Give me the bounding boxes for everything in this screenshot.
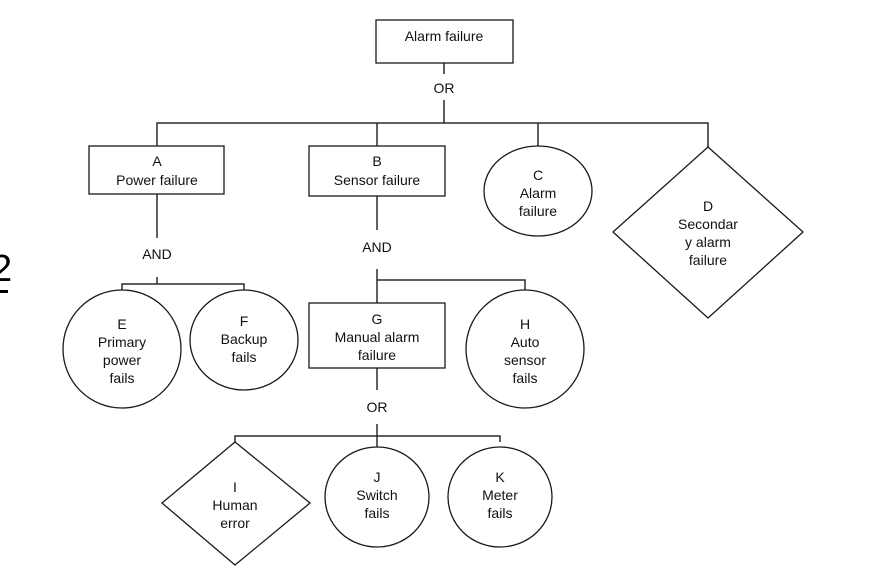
node-d-line-1: D xyxy=(703,198,713,214)
node-i-line-3: error xyxy=(220,515,250,531)
gate-g-or: OR xyxy=(367,399,388,415)
bus-or-g xyxy=(234,435,501,442)
node-e-primary-power-fails: E Primary power fails xyxy=(62,289,182,409)
node-b-line-2: Sensor failure xyxy=(334,172,421,188)
gate-b-and: AND xyxy=(362,239,392,255)
node-h-line-3: sensor xyxy=(504,352,546,368)
top-event-label: Alarm failure xyxy=(405,28,484,44)
node-c-line-3: failure xyxy=(519,203,557,219)
node-h-line-2: Auto xyxy=(511,334,540,350)
node-d-diamond xyxy=(612,146,804,319)
gate-top-or: OR xyxy=(434,80,455,96)
bus-and-b xyxy=(377,279,526,290)
node-c-alarm-failure: C Alarm failure xyxy=(483,145,593,237)
node-h-line-1: H xyxy=(520,316,530,332)
node-g-manual-alarm-failure: G Manual alarm failure xyxy=(308,302,446,369)
node-k-line-3: fails xyxy=(488,505,513,521)
bus-and-a xyxy=(121,283,245,290)
node-i-line-1: I xyxy=(233,479,237,495)
node-j-line-3: fails xyxy=(365,505,390,521)
node-k-meter-fails: K Meter fails xyxy=(447,446,553,548)
bus-top-or xyxy=(156,122,709,147)
node-h-line-4: fails xyxy=(513,370,538,386)
node-i-human-error: I Human error xyxy=(160,441,312,566)
node-j-line-1: J xyxy=(374,469,381,485)
node-d-line-3: y alarm xyxy=(685,234,731,250)
node-a-line-2: Power failure xyxy=(116,172,198,188)
node-k-line-1: K xyxy=(495,469,505,485)
node-f-backup-fails: F Backup fails xyxy=(189,289,299,391)
node-g-line-1: G xyxy=(372,311,383,327)
node-top-event: Alarm failure xyxy=(375,19,514,64)
node-a-power-failure: A Power failure xyxy=(88,145,225,195)
node-d-line-4: failure xyxy=(689,252,727,268)
node-e-line-4: fails xyxy=(110,370,135,386)
node-c-line-1: C xyxy=(533,167,543,183)
node-i-line-2: Human xyxy=(212,497,257,513)
node-f-line-3: fails xyxy=(232,349,257,365)
node-e-line-1: E xyxy=(117,316,126,332)
node-e-line-3: power xyxy=(103,352,141,368)
node-j-switch-fails: J Switch fails xyxy=(324,446,430,548)
node-b-line-1: B xyxy=(372,153,381,169)
node-b-sensor-failure: B Sensor failure xyxy=(308,145,446,197)
connectors xyxy=(121,63,709,447)
node-f-line-1: F xyxy=(240,313,249,329)
node-d-secondary-alarm-failure: D Secondar y alarm failure xyxy=(612,146,804,319)
node-d-line-2: Secondar xyxy=(678,216,738,232)
gate-a-and: AND xyxy=(142,246,172,262)
node-h-auto-sensor-fails: H Auto sensor fails xyxy=(465,289,585,409)
node-e-line-2: Primary xyxy=(98,334,146,350)
node-g-line-2: Manual alarm xyxy=(335,329,420,345)
node-f-line-2: Backup xyxy=(221,331,268,347)
node-k-line-2: Meter xyxy=(482,487,518,503)
node-j-line-2: Switch xyxy=(356,487,397,503)
fault-tree-diagram: Alarm failure OR AND AND OR A Power fail… xyxy=(62,19,804,566)
node-a-line-1: A xyxy=(152,153,162,169)
node-g-line-3: failure xyxy=(358,347,396,363)
node-c-line-2: Alarm xyxy=(520,185,557,201)
